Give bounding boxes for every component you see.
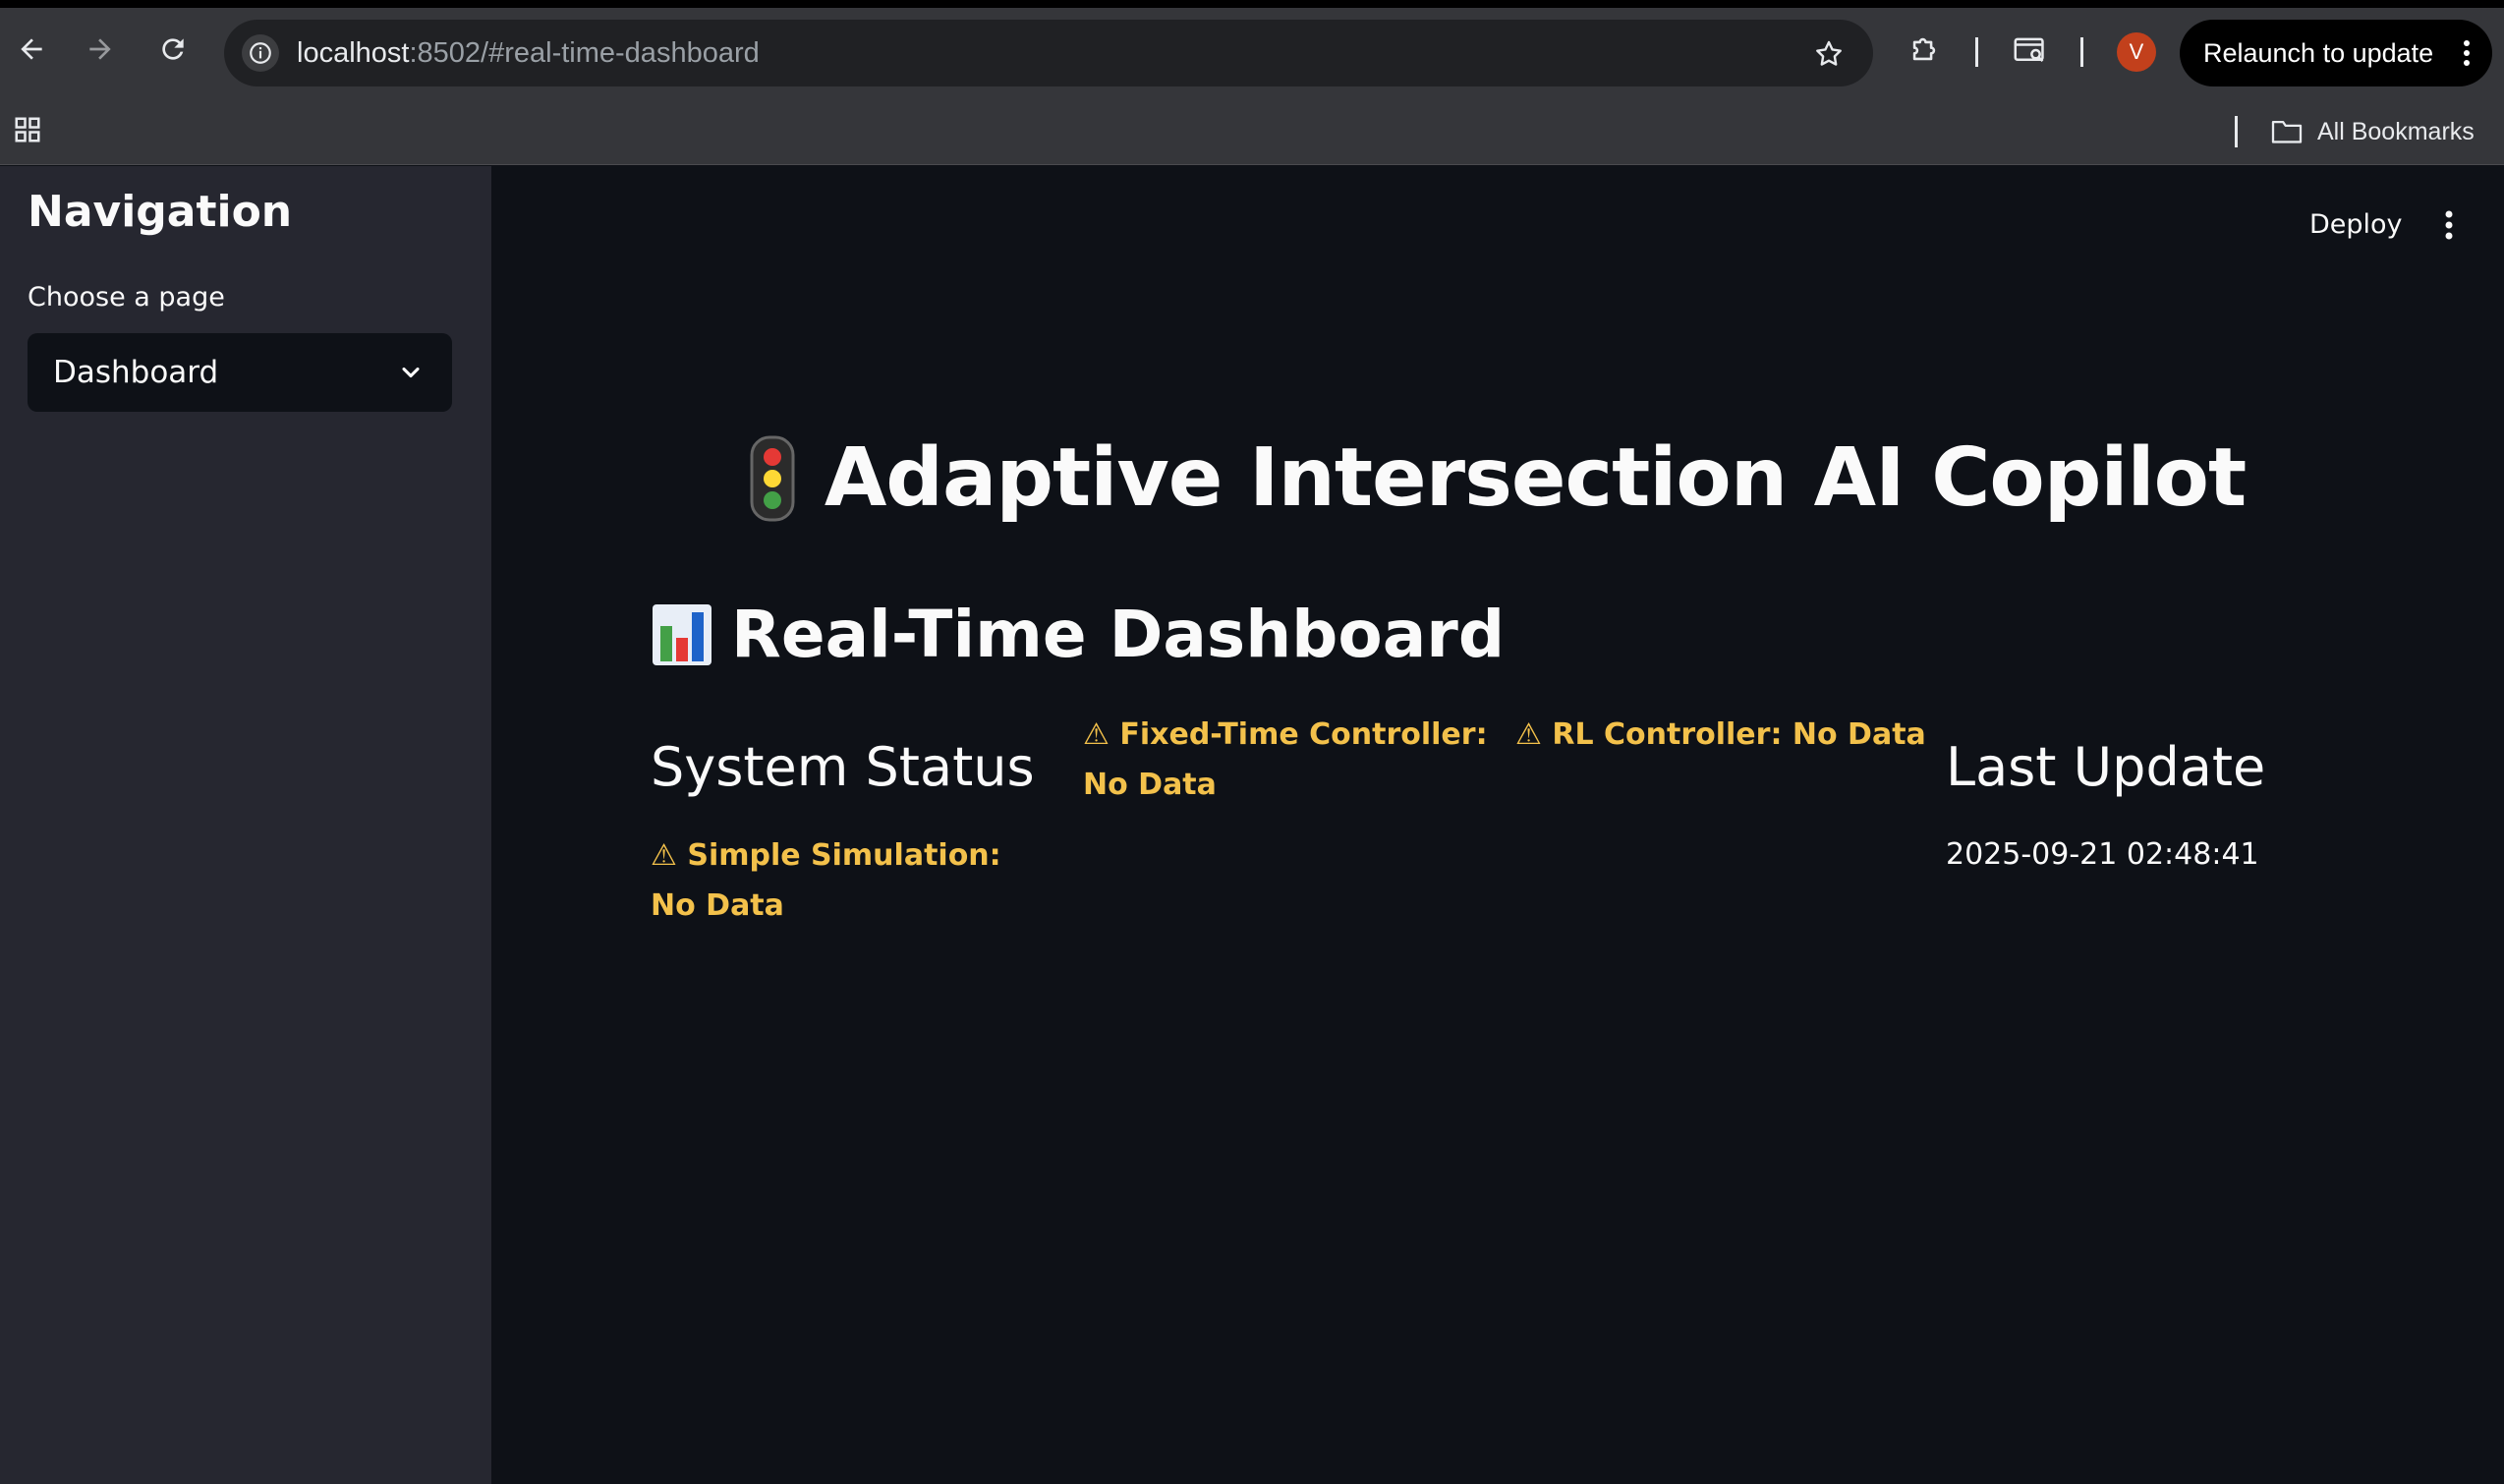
forward-arrow-icon[interactable]: [81, 29, 120, 69]
rl-controller-warning: ⚠ RL Controller: No Data: [1515, 717, 1926, 752]
folder-icon[interactable]: [2270, 116, 2304, 145]
dashboard-title: Real-Time Dashboard: [731, 597, 1506, 672]
dashboard-header: Real-Time Dashboard: [651, 597, 1505, 672]
toolbar-divider: [1975, 37, 1978, 67]
address-bar[interactable]: localhost:8502/#real-time-dashboard: [224, 20, 1873, 86]
extensions-puzzle-icon[interactable]: [1905, 29, 1944, 69]
system-status-heading: System Status: [651, 736, 1035, 798]
toolbar-divider: [2080, 37, 2083, 67]
sidebar-title: Navigation: [28, 187, 293, 237]
url-host: localhost: [297, 37, 410, 69]
app-title: Adaptive Intersection AI Copilot: [824, 431, 2247, 525]
search-tab-icon[interactable]: [2010, 31, 2051, 69]
window-top-strip: [0, 0, 2504, 8]
url-text[interactable]: localhost:8502/#real-time-dashboard: [297, 20, 760, 86]
page-select-value: Dashboard: [53, 355, 219, 390]
traffic-light-icon: [750, 435, 795, 521]
deploy-button[interactable]: Deploy: [2309, 205, 2403, 245]
page-select-label: Choose a page: [28, 282, 225, 313]
fixed-time-warning: ⚠ Fixed-Time Controller: No Data: [1083, 717, 1488, 802]
simple-simulation-warning: ⚠ Simple Simulation: No Data: [651, 838, 1001, 923]
main-content: Deploy Adaptive Intersection AI Copilot …: [491, 166, 2504, 1484]
more-vert-icon[interactable]: [2463, 39, 2471, 74]
bookmarks-bar: [0, 98, 2504, 165]
apps-grid-icon[interactable]: [12, 114, 43, 145]
back-arrow-icon[interactable]: [12, 29, 51, 69]
reload-icon[interactable]: [153, 29, 193, 69]
bookmarks-divider: [2235, 116, 2238, 147]
bar-chart-icon: [653, 603, 711, 665]
last-update-heading: Last Update: [1946, 736, 2266, 798]
site-info-icon[interactable]: [242, 34, 279, 72]
url-path: :8502/#real-time-dashboard: [409, 37, 760, 69]
relaunch-label: Relaunch to update: [2203, 37, 2434, 68]
chevron-down-icon: [397, 359, 425, 386]
profile-avatar[interactable]: V: [2117, 32, 2156, 72]
bookmark-star-icon[interactable]: [1812, 37, 1846, 71]
all-bookmarks-link[interactable]: All Bookmarks: [2317, 112, 2475, 151]
main-menu-icon[interactable]: [2431, 207, 2467, 243]
app-title-row: Adaptive Intersection AI Copilot: [491, 431, 2504, 525]
relaunch-button[interactable]: Relaunch to update: [2180, 20, 2492, 86]
page-select[interactable]: Dashboard: [28, 333, 452, 412]
last-update-value: 2025-09-21 02:48:41: [1946, 837, 2259, 872]
